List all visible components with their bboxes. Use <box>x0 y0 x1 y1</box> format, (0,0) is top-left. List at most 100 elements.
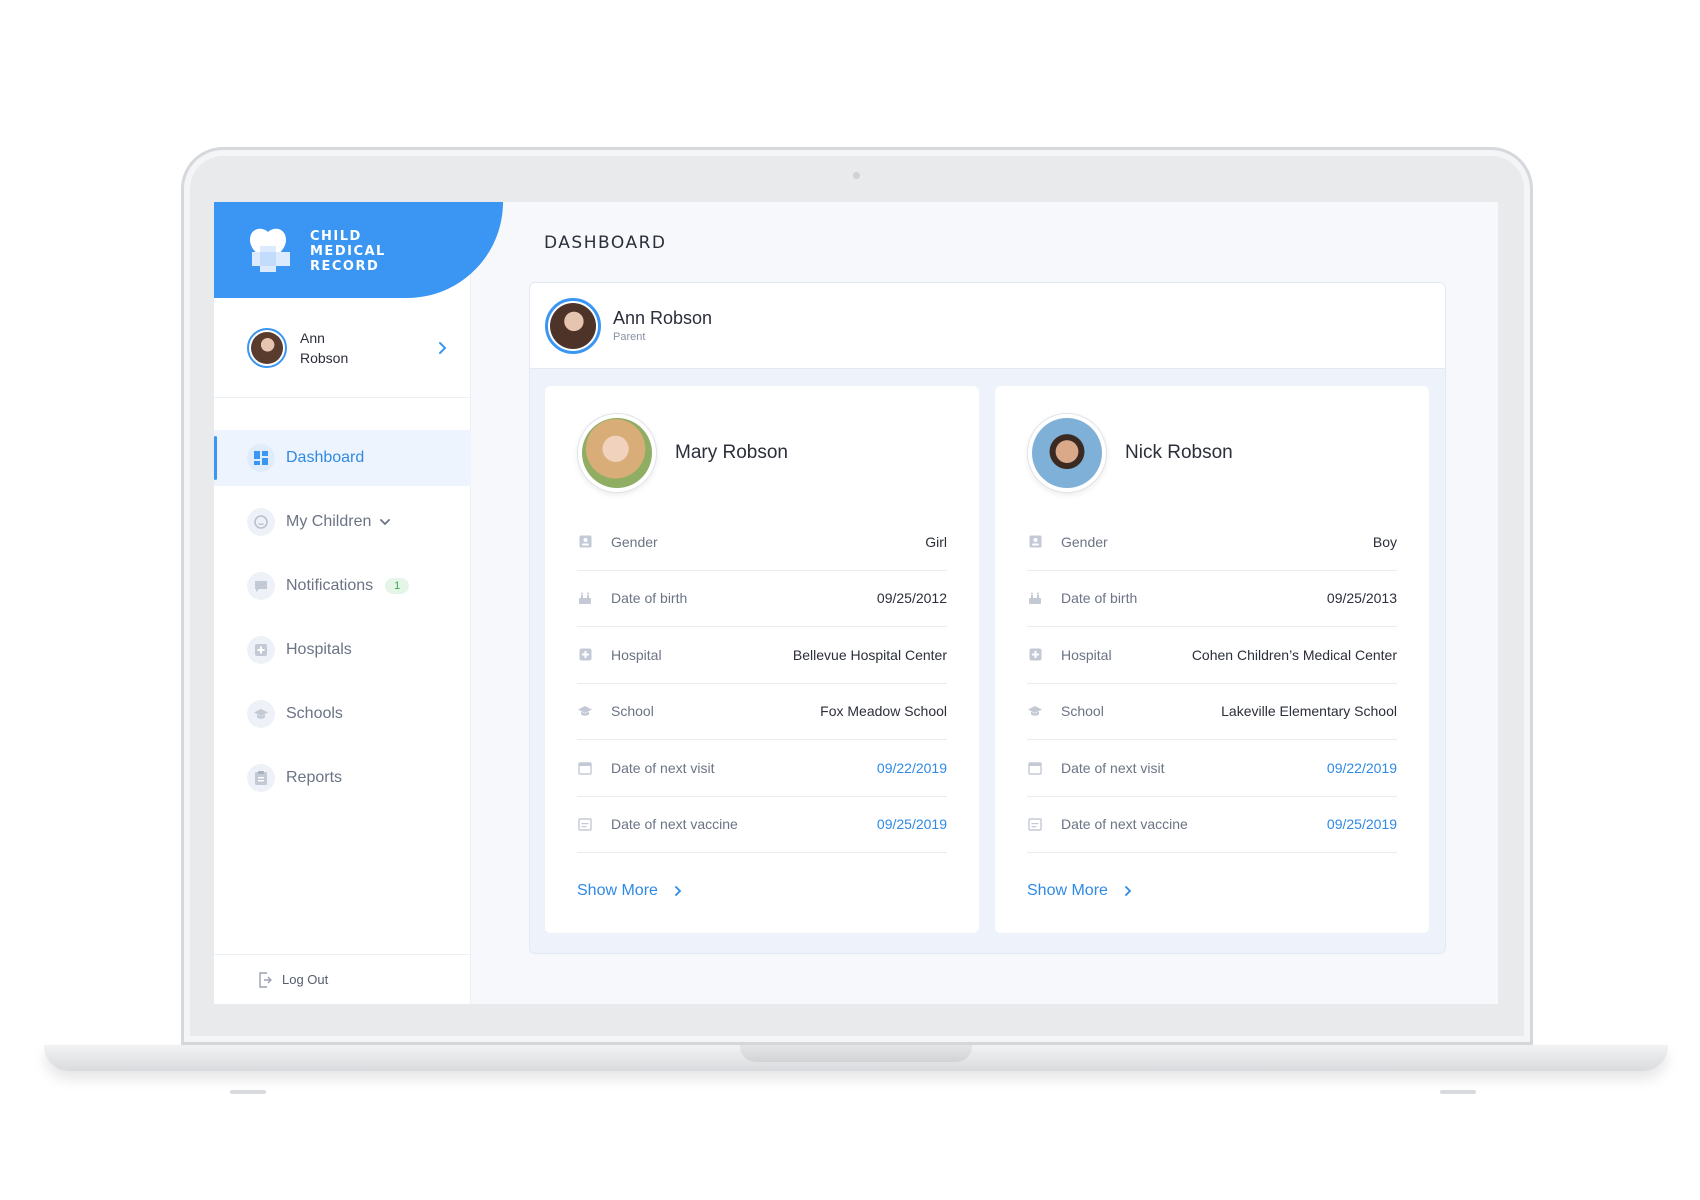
sidebar-item-dashboard[interactable]: Dashboard <box>214 430 471 486</box>
child-face-icon <box>247 508 275 536</box>
chevron-right-icon[interactable] <box>438 341 448 355</box>
detail-label: Gender <box>1061 533 1108 550</box>
detail-label: Hospital <box>1061 646 1112 663</box>
chevron-down-icon[interactable] <box>379 518 391 526</box>
detail-date-link[interactable]: 09/22/2019 <box>1327 760 1397 776</box>
detail-row-birth: Date of birth 09/25/2012 <box>577 571 947 627</box>
notification-count-badge: 1 <box>385 578 410 594</box>
detail-label: Date of birth <box>1061 590 1138 607</box>
calendar-list-icon <box>1027 816 1043 832</box>
laptop-foot <box>230 1090 266 1094</box>
detail-value: Lakeville Elementary School <box>1221 703 1397 720</box>
brand-line: CHILD <box>310 229 362 244</box>
hospital-cross-icon <box>1027 647 1043 663</box>
detail-label: Date of next visit <box>1061 759 1165 776</box>
detail-label: Gender <box>611 533 658 550</box>
avatar <box>577 413 657 493</box>
dashboard-icon <box>247 444 275 472</box>
logout-label: Log Out <box>282 972 329 987</box>
chevron-right-icon <box>1125 886 1132 896</box>
logout-icon <box>259 971 272 988</box>
children-cards: Mary Robson Gender Girl Date of birth 09… <box>545 386 1429 933</box>
show-more-label: Show More <box>1027 882 1108 899</box>
laptop-foot <box>1440 1090 1476 1094</box>
detail-value: Boy <box>1372 533 1397 550</box>
detail-label: School <box>611 703 654 720</box>
sidebar-item-my-children[interactable]: My Children <box>214 494 471 550</box>
parent-info: Ann Robson Parent <box>613 308 712 343</box>
parent-name: Ann Robson <box>613 308 713 328</box>
sidebar-item-hospitals[interactable]: Hospitals <box>214 622 471 678</box>
id-card-icon <box>1027 534 1043 550</box>
sidebar-item-notifications[interactable]: Notifications 1 <box>214 558 471 614</box>
parent-role: Parent <box>613 331 646 343</box>
detail-row-next-vaccine: Date of next vaccine 09/25/2019 <box>577 797 947 853</box>
detail-row-birth: Date of birth 09/25/2013 <box>1027 571 1397 627</box>
child-details: Gender Girl Date of birth 09/25/2012 Hos… <box>577 514 947 853</box>
child-card: Nick Robson Gender Boy Date of birth 09/… <box>995 386 1429 933</box>
show-more-button[interactable]: Show More <box>577 882 682 900</box>
family-panel: Ann Robson Parent Mary Robson Gender Gir… <box>529 282 1446 954</box>
graduation-cap-icon <box>1027 703 1043 719</box>
user-first-name: Ann <box>300 329 325 346</box>
child-details: Gender Boy Date of birth 09/25/2013 Hosp… <box>1027 514 1397 853</box>
child-name: Nick Robson <box>1125 442 1233 463</box>
detail-value: Bellevue Hospital Center <box>792 646 947 663</box>
avatar <box>247 327 287 368</box>
laptop-notch <box>740 1045 972 1062</box>
detail-label: Date of next vaccine <box>1061 816 1188 833</box>
id-card-icon <box>577 534 593 550</box>
detail-value: Girl <box>925 533 947 550</box>
avatar <box>1027 413 1107 493</box>
detail-row-gender: Gender Girl <box>577 514 947 571</box>
brand-title: CHILD MEDICAL RECORD <box>310 229 386 274</box>
detail-row-next-vaccine: Date of next vaccine 09/25/2019 <box>1027 797 1397 853</box>
current-user[interactable]: Ann Robson <box>214 298 471 398</box>
sidebar-item-reports[interactable]: Reports <box>214 750 471 806</box>
heart-cross-logo-icon <box>250 228 290 272</box>
sidebar-item-label: Notifications <box>286 577 374 594</box>
report-icon <box>247 764 275 792</box>
detail-date-link[interactable]: 09/25/2019 <box>877 816 947 832</box>
hospital-cross-icon <box>247 636 275 664</box>
brand-header: CHILD MEDICAL RECORD <box>214 202 503 298</box>
sidebar-item-label: Hospitals <box>286 641 352 658</box>
brand-line: MEDICAL <box>310 244 386 259</box>
logout-button[interactable]: Log Out <box>214 954 471 1004</box>
detail-label: Hospital <box>611 646 662 663</box>
brand-line: RECORD <box>310 259 380 274</box>
sidebar-item-label: Schools <box>286 705 343 722</box>
sidebar-item-label: Dashboard <box>286 449 365 466</box>
detail-row-gender: Gender Boy <box>1027 514 1397 571</box>
detail-value: 09/25/2012 <box>876 590 947 607</box>
graduation-cap-icon <box>577 703 593 719</box>
detail-row-hospital: Hospital Cohen Children’s Medical Center <box>1027 627 1397 684</box>
sidebar: CHILD MEDICAL RECORD Ann Robson Dashboar… <box>214 202 503 1004</box>
sidebar-item-label: My Children <box>286 513 372 530</box>
detail-value: 09/25/2013 <box>1326 590 1397 607</box>
child-card: Mary Robson Gender Girl Date of birth 09… <box>545 386 979 933</box>
user-last-name: Robson <box>300 349 349 366</box>
page-title: DASHBOARD <box>544 233 667 253</box>
detail-date-link[interactable]: 09/22/2019 <box>877 760 947 776</box>
hospital-cross-icon <box>577 647 593 663</box>
detail-row-hospital: Hospital Bellevue Hospital Center <box>577 627 947 684</box>
sidebar-item-label: Reports <box>286 769 343 786</box>
child-card-header: Nick Robson <box>1027 386 1397 514</box>
detail-label: Date of next visit <box>611 759 715 776</box>
child-card-header: Mary Robson <box>577 386 947 514</box>
show-more-button[interactable]: Show More <box>1027 882 1132 900</box>
detail-row-next-visit: Date of next visit 09/22/2019 <box>1027 740 1397 797</box>
detail-date-link[interactable]: 09/25/2019 <box>1327 816 1397 832</box>
sidebar-item-schools[interactable]: Schools <box>214 686 471 742</box>
detail-row-school: School Fox Meadow School <box>577 684 947 740</box>
detail-label: School <box>1061 703 1104 720</box>
child-name: Mary Robson <box>675 442 788 463</box>
parent-header: Ann Robson Parent <box>530 283 1445 369</box>
calendar-list-icon <box>577 816 593 832</box>
detail-label: Date of next vaccine <box>611 816 738 833</box>
chevron-right-icon <box>675 886 682 896</box>
show-more-label: Show More <box>577 882 658 899</box>
detail-row-school: School Lakeville Elementary School <box>1027 684 1397 740</box>
detail-label: Date of birth <box>611 590 688 607</box>
